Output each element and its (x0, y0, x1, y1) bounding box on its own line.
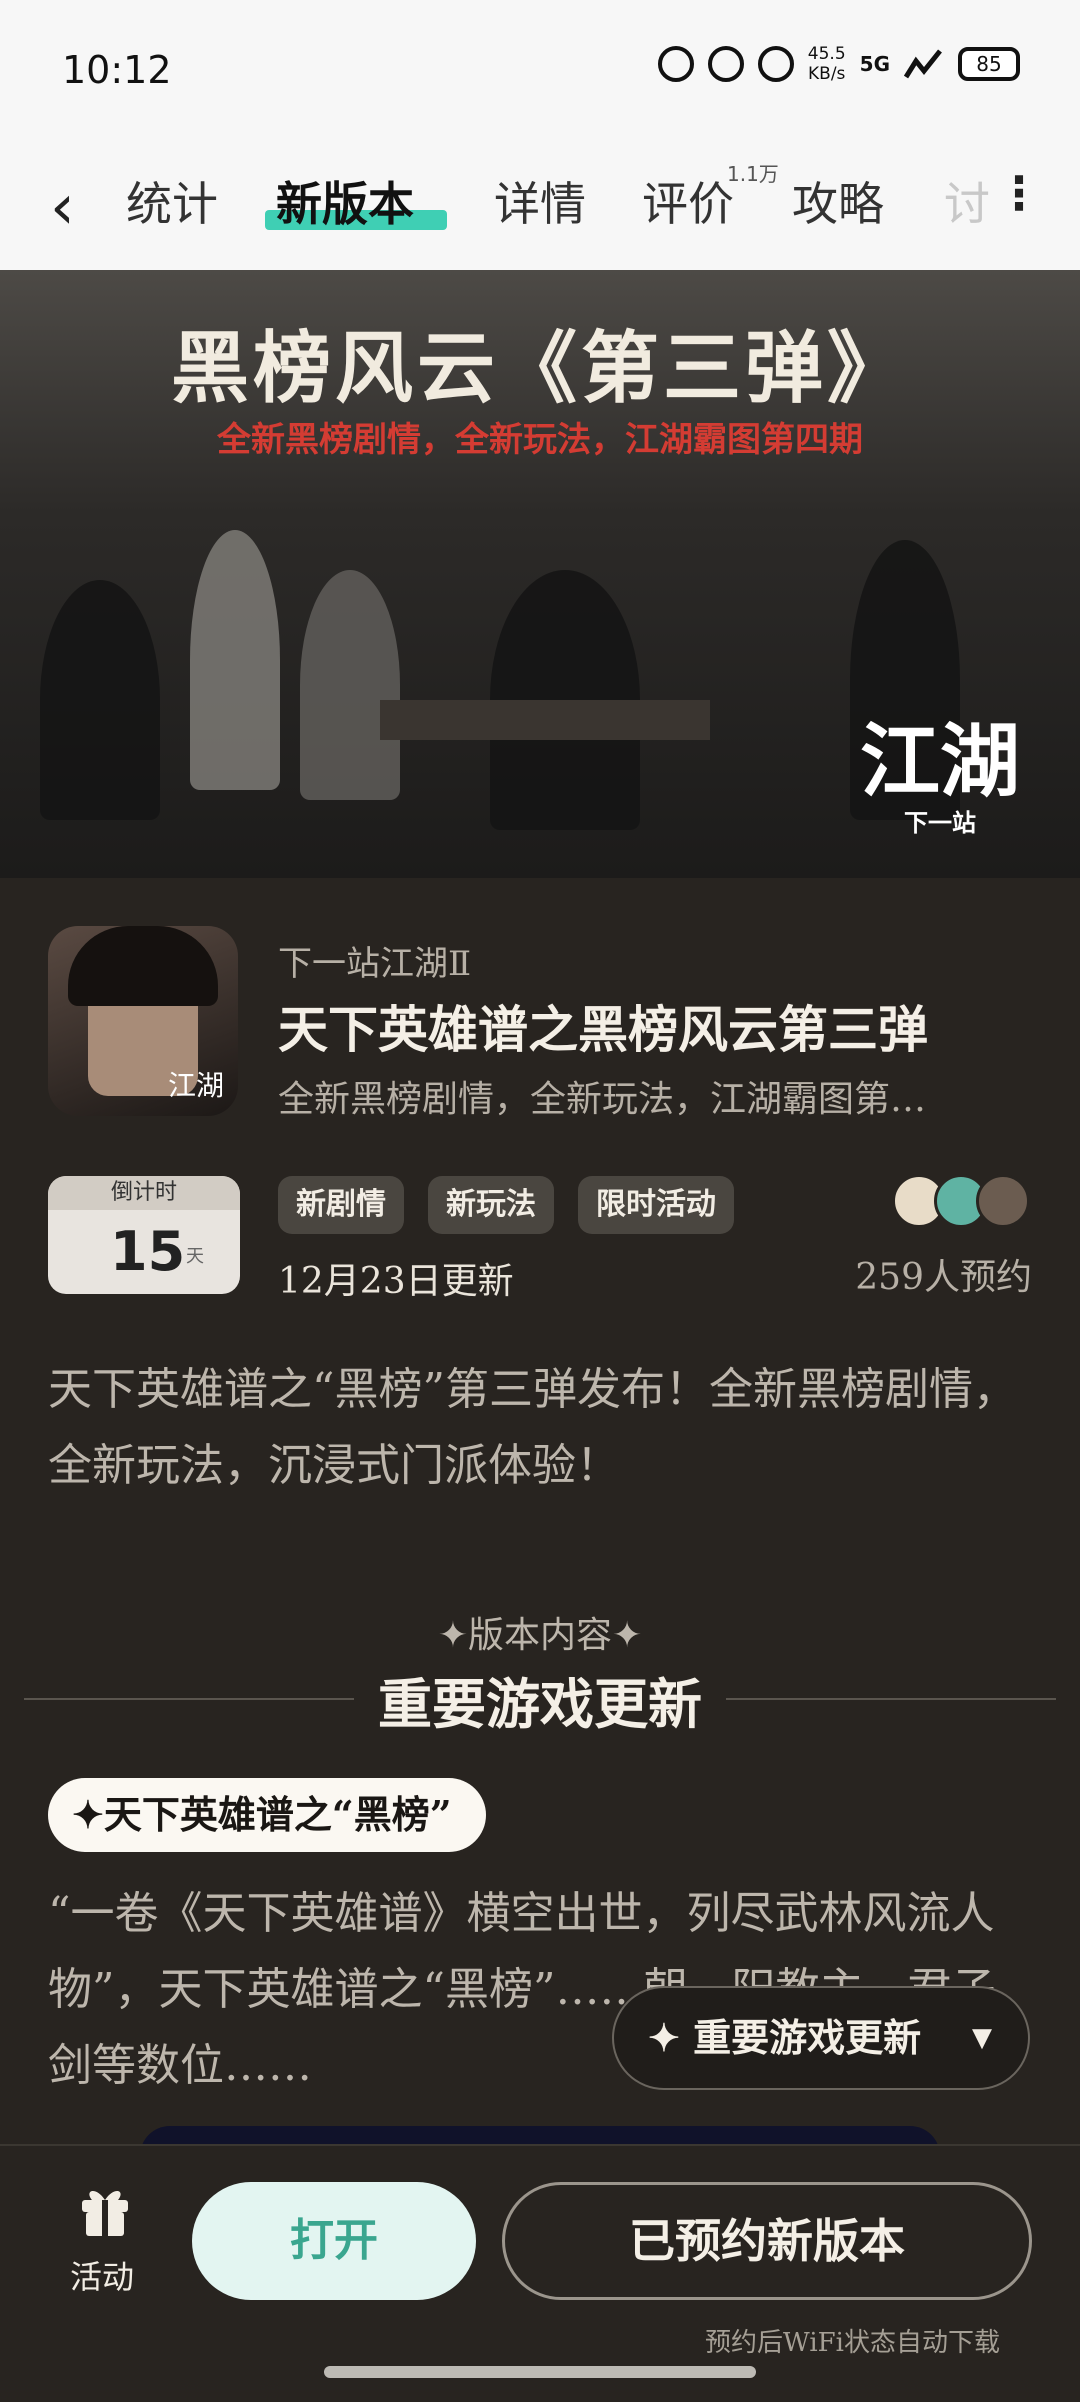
countdown-number: 15 (110, 1220, 186, 1283)
status-bar: 10:12 45.5 KB/s 5G 85 (0, 0, 1080, 140)
banner-logo-text: 江湖 (860, 714, 1020, 808)
app-icon-logo-text: 江湖 (167, 1069, 224, 1102)
bottom-action-bar: 活动 打开 已预约新版本 预约后WiFi状态自动下载 (0, 2144, 1080, 2402)
banner-figure (300, 570, 400, 800)
version-banner[interactable]: 黑榜风云《第三弹》 全新黑榜剧情，全新玩法，江湖霸图第四期 江湖 下一站 (0, 270, 1080, 878)
back-arrow-icon[interactable]: ‹ (50, 170, 75, 243)
reserver-avatars (892, 1174, 1032, 1230)
subsection-pill: ✦天下英雄谱之“黑榜” (48, 1778, 486, 1852)
home-indicator[interactable] (324, 2366, 756, 2378)
banner-logo-sub: 下一站 (904, 808, 976, 837)
section-jump-label: ✦ 重要游戏更新 (648, 2015, 922, 2060)
open-button[interactable]: 打开 (192, 2182, 476, 2300)
nfc-icon (757, 46, 794, 82)
tag-new-story: 新剧情 (278, 1176, 404, 1234)
version-description: 天下英雄谱之“黑榜”第三弹发布！全新黑榜剧情，全新玩法，沉浸式门派体验！ (48, 1364, 1017, 1491)
signal-icon (904, 49, 942, 79)
countdown-unit: 天 (186, 1246, 204, 1267)
app-icon[interactable]: 江湖 (48, 926, 238, 1116)
net-speed: 45.5 KB/s (808, 44, 846, 84)
headset-icon (707, 46, 744, 82)
chevron-down-icon: ▼ (972, 2023, 992, 2053)
tag-limited-event: 限时活动 (578, 1176, 734, 1234)
banner-subtitle: 全新黑榜剧情，全新玩法，江湖霸图第四期 (217, 420, 863, 460)
net-speed-unit: KB/s (808, 64, 846, 84)
avatar (976, 1174, 1030, 1228)
app-icon-hair (68, 926, 218, 1006)
version-title: 天下英雄谱之黑榜风云第三弹 (278, 1000, 928, 1059)
section-jump-button[interactable]: ✦ 重要游戏更新 ▼ (612, 1986, 1030, 2090)
more-menu-icon[interactable]: ⋮ (996, 166, 1042, 220)
alarm-icon (657, 46, 694, 82)
activity-label[interactable]: 活动 (70, 2252, 134, 2298)
update-date: 12月23日更新 (278, 1261, 514, 1302)
top-nav: ‹ 统计 新版本 详情 评价 1.1万 攻略 讨 ⋮ (0, 140, 1080, 270)
wifi-download-note: 预约后WiFi状态自动下载 (705, 2328, 1000, 2358)
banner-figure (190, 530, 280, 790)
tab-reviews[interactable]: 评价 (642, 168, 734, 234)
network-5g-icon: 5G (859, 52, 890, 76)
status-icons: 45.5 KB/s 5G 85 (657, 44, 1020, 84)
reserved-new-version-button[interactable]: 已预约新版本 (502, 2182, 1032, 2300)
tab-guides[interactable]: 攻略 (792, 168, 884, 234)
section-title: 重要游戏更新 (378, 1671, 702, 1736)
tab-forum[interactable]: 讨 (944, 168, 990, 234)
banner-title: 黑榜风云《第三弹》 (170, 323, 909, 414)
section-header: 重要游戏更新 (24, 1664, 1056, 1736)
reservation-count: 259人预约 (855, 1257, 1032, 1298)
tab-details[interactable]: 详情 (494, 168, 586, 234)
net-speed-value: 45.5 (807, 44, 846, 64)
countdown-badge: 倒计时 15 天 (48, 1176, 240, 1294)
battery-level: 85 (976, 52, 1002, 76)
tab-new-version[interactable]: 新版本 (276, 168, 414, 234)
section-kicker: ✦版本内容✦ (437, 1615, 643, 1656)
banner-game-logo: 江湖 下一站 (860, 697, 1020, 838)
divider (24, 1698, 354, 1700)
battery-icon: 85 (958, 47, 1020, 81)
banner-figure (40, 580, 160, 820)
divider (726, 1698, 1056, 1700)
gift-icon[interactable] (78, 2182, 132, 2238)
version-subtitle: 全新黑榜剧情，全新玩法，江湖霸图第… (278, 1079, 927, 1120)
countdown-label: 倒计时 (48, 1176, 240, 1210)
developer-line: 下一站江湖Ⅱ (278, 944, 472, 984)
review-count-badge: 1.1万 (727, 162, 779, 186)
banner-table (380, 700, 710, 740)
tab-stats[interactable]: 统计 (126, 168, 218, 234)
status-time: 10:12 (62, 48, 172, 92)
tag-new-gameplay: 新玩法 (428, 1176, 554, 1234)
